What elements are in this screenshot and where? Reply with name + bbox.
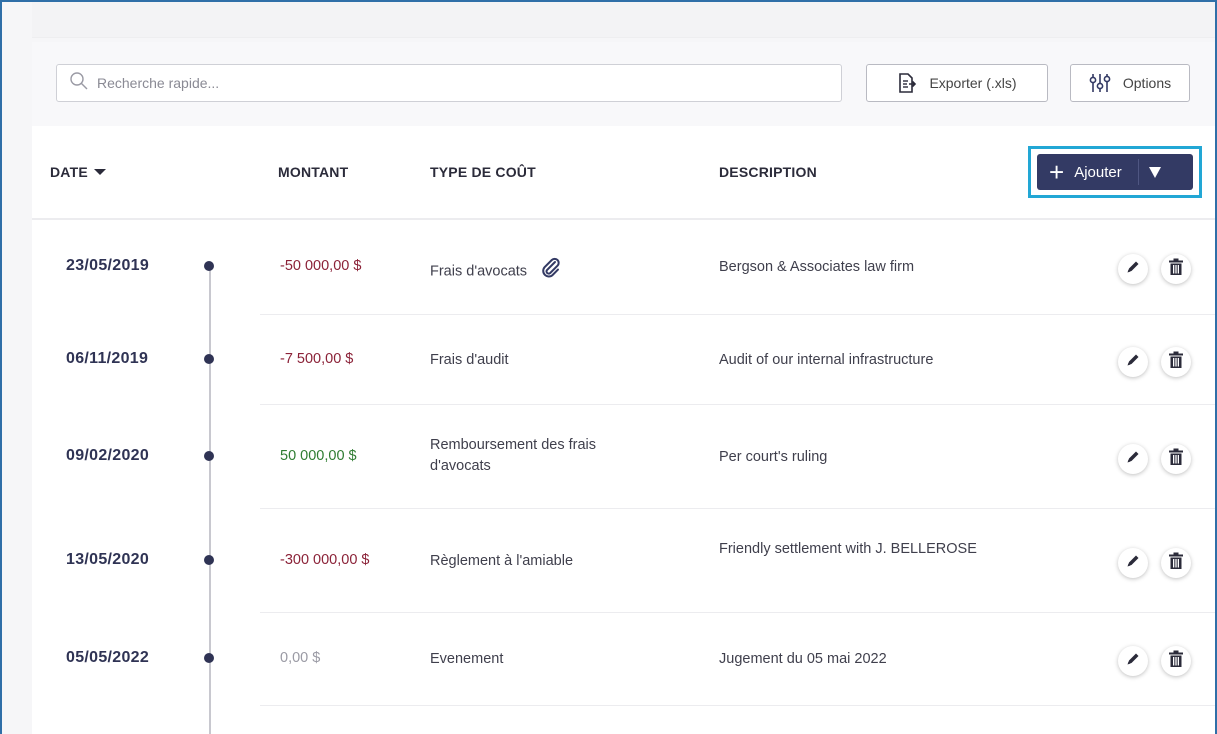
- column-date-label: DATE: [50, 164, 88, 180]
- add-button-highlight: + Ajouter: [1028, 146, 1202, 198]
- trash-icon: [1168, 650, 1184, 673]
- pencil-icon: [1125, 651, 1141, 672]
- row-cost-type-label: Frais d'audit: [430, 352, 509, 368]
- edit-button[interactable]: [1118, 646, 1148, 676]
- trash-icon: [1168, 351, 1184, 374]
- page-canvas: Exporter (.xls) Options DATE MONTANT TYP…: [2, 2, 1215, 734]
- row-description: Bergson & Associates law firm: [719, 259, 915, 275]
- row-cost-type-label: Evenement: [430, 651, 504, 667]
- file-export-icon: [897, 72, 917, 94]
- row-description: Friendly settlement with J. BELLEROSE: [719, 541, 977, 557]
- add-button[interactable]: + Ajouter: [1037, 154, 1193, 190]
- search-input[interactable]: [97, 75, 797, 91]
- edit-button[interactable]: [1118, 254, 1148, 284]
- add-button-label: Ajouter: [1074, 163, 1122, 181]
- trash-icon: [1168, 258, 1184, 281]
- top-band: [32, 2, 1215, 38]
- row-cost-type: Evenement: [430, 649, 660, 670]
- row-cost-type: Règlement à l'amiable: [430, 551, 660, 572]
- column-header-description: DESCRIPTION: [719, 164, 817, 180]
- export-label: Exporter (.xls): [929, 75, 1017, 91]
- row-description: Per court's ruling: [719, 449, 828, 465]
- edit-button[interactable]: [1118, 548, 1148, 578]
- pencil-icon: [1125, 259, 1141, 280]
- delete-button[interactable]: [1161, 548, 1191, 578]
- row-date: 13/05/2020: [66, 551, 150, 568]
- column-header-type: TYPE DE COÛT: [430, 164, 536, 180]
- pencil-icon: [1125, 352, 1141, 373]
- row-description: Jugement du 05 mai 2022: [719, 651, 887, 667]
- toolbar: Exporter (.xls) Options: [32, 42, 1215, 126]
- search-box[interactable]: [56, 64, 842, 102]
- timeline-dot: [204, 451, 214, 461]
- row-cost-type: Frais d'avocats: [430, 257, 660, 286]
- edit-button[interactable]: [1118, 347, 1148, 377]
- timeline-dot: [204, 555, 214, 565]
- table-row: 23/05/2019 -50 000,00 $ Frais d'avocats …: [32, 220, 1215, 315]
- timeline-dot: [204, 653, 214, 663]
- column-header-date[interactable]: DATE: [50, 164, 106, 180]
- table-row: 09/02/2020 50 000,00 $ Remboursement des…: [32, 405, 1215, 509]
- export-button[interactable]: Exporter (.xls): [866, 64, 1048, 102]
- paperclip-icon[interactable]: [541, 257, 561, 286]
- options-label: Options: [1122, 75, 1172, 91]
- row-cost-type-label: Remboursement des frais d'avocats: [430, 437, 597, 474]
- row-cost-type: Frais d'audit: [430, 350, 660, 371]
- delete-button[interactable]: [1161, 646, 1191, 676]
- plus-icon: +: [1049, 157, 1065, 187]
- row-cost-type-label: Frais d'avocats: [430, 263, 528, 280]
- delete-button[interactable]: [1161, 254, 1191, 284]
- row-amount: -7 500,00 $: [280, 351, 354, 367]
- row-cost-type-label: Règlement à l'amiable: [430, 553, 574, 569]
- timeline-dot: [204, 354, 214, 364]
- column-header-montant: MONTANT: [278, 164, 349, 180]
- trash-icon: [1168, 448, 1184, 471]
- costs-table: DATE MONTANT TYPE DE COÛT DESCRIPTION + …: [32, 126, 1215, 734]
- row-date: 06/11/2019: [66, 350, 149, 367]
- table-row: 06/11/2019 -7 500,00 $ Frais d'audit Aud…: [32, 315, 1215, 405]
- table-row: 05/05/2022 0,00 $ Evenement Jugement du …: [32, 613, 1215, 706]
- dropdown-arrow-icon[interactable]: [1148, 166, 1161, 178]
- row-cost-type: Remboursement des frais d'avocats: [430, 435, 660, 477]
- pencil-icon: [1125, 553, 1141, 574]
- delete-button[interactable]: [1161, 444, 1191, 474]
- row-amount: 50 000,00 $: [280, 448, 357, 464]
- row-divider: [260, 705, 1215, 706]
- row-amount: 0,00 $: [280, 650, 321, 666]
- sort-caret-icon: [93, 169, 106, 175]
- table-header: DATE MONTANT TYPE DE COÛT DESCRIPTION + …: [32, 126, 1215, 220]
- button-divider: [1137, 159, 1139, 185]
- row-amount: -300 000,00 $: [280, 552, 370, 568]
- options-button[interactable]: Options: [1070, 64, 1190, 102]
- row-date: 23/05/2019: [66, 257, 150, 274]
- trash-icon: [1168, 552, 1184, 575]
- delete-button[interactable]: [1161, 347, 1191, 377]
- pencil-icon: [1125, 449, 1141, 470]
- edit-button[interactable]: [1118, 444, 1148, 474]
- search-icon: [69, 71, 89, 96]
- sliders-icon: [1089, 73, 1111, 93]
- row-date: 05/05/2022: [66, 649, 150, 666]
- timeline-dot: [204, 261, 214, 271]
- table-row: 13/05/2020 -300 000,00 $ Règlement à l'a…: [32, 509, 1215, 613]
- row-date: 09/02/2020: [66, 447, 150, 464]
- row-amount: -50 000,00 $: [280, 258, 362, 274]
- row-description: Audit of our internal infrastructure: [719, 352, 934, 368]
